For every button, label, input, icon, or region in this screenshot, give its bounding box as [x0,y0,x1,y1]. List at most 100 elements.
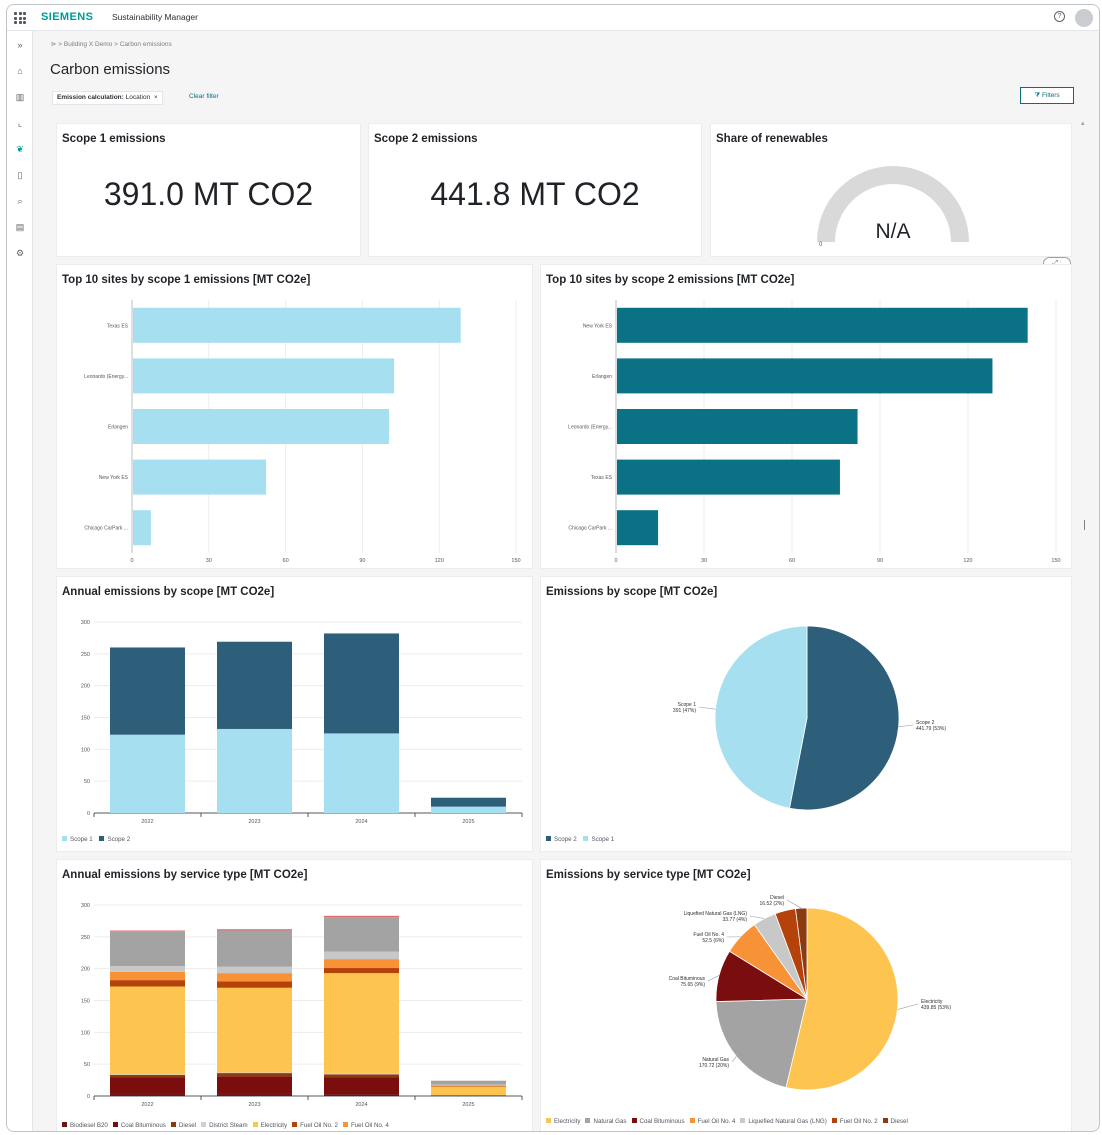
bar [617,510,659,546]
bar-segment [431,797,506,807]
leaf-icon[interactable]: ❦ [7,139,33,159]
scope-pie-chart: Scope 2441.79 (53%)Scope 1391 (47%) [673,625,946,811]
bar-segment [217,1073,292,1077]
expand-icon[interactable]: » [14,39,26,51]
bar-segment [110,986,185,1075]
settings-icon[interactable]: ⚙ [14,247,26,259]
y-tick-label: Leonardo (Energy... [84,374,128,380]
y-tick-label: Leonardo (Energy... [568,425,612,431]
legend-swatch [342,1122,348,1127]
chart-icon[interactable]: ⌞ [14,117,26,129]
app-switcher-icon[interactable] [14,12,26,24]
x-tick-label: 2022 [141,819,153,825]
label-leader [698,706,716,710]
search-icon[interactable]: ⌕ [14,195,26,207]
brand-logo[interactable]: SIEMENS [41,11,93,23]
legend-label: Biodiesel B20 [70,1122,108,1129]
legend-item[interactable]: Diesel [170,1122,197,1129]
app-name: Sustainability Manager [112,12,198,22]
y-tick-label: 50 [84,1062,90,1068]
legend-item[interactable]: Scope 1 [62,836,93,843]
legend-item[interactable]: Fuel Oil No. 2 [831,1118,878,1125]
bar-segment [217,1076,292,1094]
legend-item[interactable]: Liquefied Natural Gas (LNG) [740,1118,827,1125]
bar [133,307,461,343]
home-icon[interactable]: ⌂ [14,65,26,77]
clear-filter-link[interactable]: Clear filter [189,93,219,100]
filter-chip[interactable]: Emission calculation: Location × [52,91,163,105]
x-tick-label: 120 [435,558,444,564]
legend-swatch [631,1118,637,1123]
slice-value-label: 75.65 (9%) [681,982,706,988]
legend-swatch [62,1122,67,1127]
legend-label: Coal Bituminous [120,1122,166,1129]
service-pie-card: Emissions by service type [MT CO2e] Elec… [540,859,1072,1131]
y-tick-label: 300 [81,903,90,909]
legend-item[interactable]: Coal Bituminous [631,1118,685,1125]
filter-icon: ⧩ [1034,92,1042,99]
scrollbar[interactable] [1084,520,1085,530]
x-tick-label: 2022 [141,1102,153,1108]
y-tick-label: 150 [81,999,90,1005]
renewables-gauge: 0 N/A [817,166,969,248]
y-tick-label: 250 [81,935,90,941]
help-icon[interactable]: ? [1054,11,1065,22]
bar-segment [217,1072,292,1074]
document-icon[interactable]: ▯ [14,169,26,181]
legend-label: Fuel Oil No. 4 [350,1122,389,1129]
legend-label: Diesel [178,1122,197,1129]
x-tick-label: 2023 [248,1102,260,1108]
bar-segment [324,959,399,969]
legend-item[interactable]: Fuel Oil No. 4 [689,1118,735,1125]
legend-label: Natural Gas [593,1118,627,1125]
bar-segment [431,1084,506,1086]
legend-swatch [201,1122,207,1127]
bar-segment [324,968,399,974]
legend-item[interactable]: Scope 1 [583,836,614,843]
slice-value-label: 16.52 (2%) [760,901,785,907]
filters-button[interactable]: ⧩ Filters [1020,87,1074,104]
bar-segment [324,917,399,952]
filters-button-label: Filters [1041,92,1060,99]
bar-segment [324,973,399,1074]
avatar[interactable] [1075,9,1093,27]
buildings-icon[interactable]: ▥ [14,91,26,103]
legend-label: District Steam [209,1122,248,1129]
legend-swatch [292,1122,298,1127]
legend-item[interactable]: Scope 2 [99,836,130,843]
report-icon[interactable]: ▤ [14,221,26,233]
legend-item[interactable]: Diesel [882,1118,908,1125]
bar-segment [110,930,185,932]
bar-segment [217,973,292,982]
x-tick-label: 2025 [462,1102,474,1108]
legend-item[interactable]: Fuel Oil No. 2 [292,1122,338,1129]
y-tick-label: 0 [87,1094,90,1100]
slice-value-label: 170.72 (20%) [699,1063,729,1069]
legend-item[interactable]: Coal Bituminous [112,1122,166,1129]
legend-item[interactable]: Fuel Oil No. 4 [342,1122,389,1129]
scope2-sites-card: Top 10 sites by scope 2 emissions [MT CO… [540,264,1072,569]
bar-segment [110,931,185,967]
top-bar: SIEMENS Sustainability Manager ? [7,5,1099,31]
slice-value-label: 439.85 (53%) [921,1005,951,1011]
renewables-kpi-card: Share of renewables 0 N/A [710,123,1072,257]
close-icon[interactable]: × [152,94,158,101]
bar-segment [324,1077,399,1095]
legend-item[interactable]: Electricity [546,1118,580,1125]
pie-slice [714,625,808,809]
annual-service-chart: 0 50 100 150 200 250 300 2022 2023 2024 2025 [81,903,523,1108]
bar-segment [217,728,292,813]
legend-item[interactable]: District Steam [201,1122,248,1129]
bar-segment [217,1093,292,1096]
legend-item[interactable]: Electricity [252,1122,287,1129]
legend-item[interactable]: Natural Gas [585,1118,627,1125]
bar-segment [431,1086,506,1096]
dashboard-icon[interactable]: ⊳ [51,41,56,48]
legend-item[interactable]: Scope 2 [546,836,577,843]
breadcrumb-item-site[interactable]: Building X Demo [64,41,112,48]
scroll-up-icon[interactable]: ▴ [1081,119,1085,127]
label-leader [731,1056,737,1063]
legend-item[interactable]: Biodiesel B20 [62,1122,108,1129]
gauge-min-label: 0 [819,242,823,248]
x-tick-label: 2024 [355,819,367,825]
